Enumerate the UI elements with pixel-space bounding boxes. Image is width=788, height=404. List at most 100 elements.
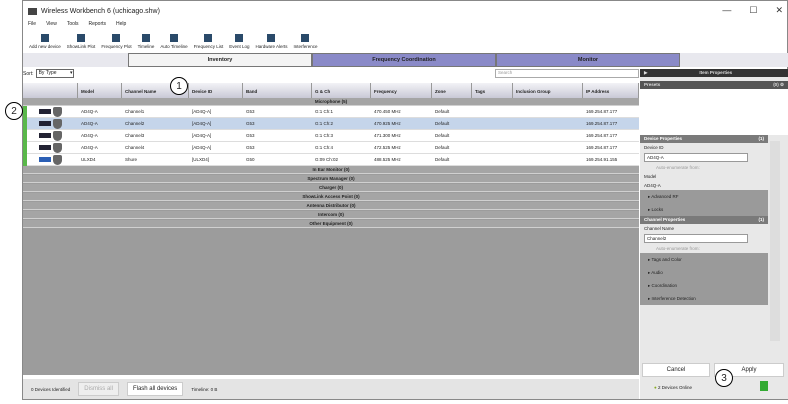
presets-list [640, 89, 788, 135]
tab-inventory[interactable]: Inventory [128, 53, 312, 67]
table-row[interactable]: AD4Q-A Channel4 [AD4Q-A] G53 G:1 Ch:4 472.525… [27, 142, 639, 154]
toolbar-auto-timeline-button[interactable]: Auto Timeline [160, 34, 188, 49]
device-icon [39, 145, 51, 150]
inventory-grid: Model Channel Name Device ID Band G & Ch Freq… [23, 83, 639, 375]
table-row[interactable]: AD4Q-A Channel1 [AD4Q-A] G53 G:1 Ch:1 470.450… [27, 106, 639, 118]
toolbar-showlink-plot-button[interactable]: ShowLink Plot [67, 34, 95, 49]
interference-detection-section[interactable]: ▸ Interference Detection [640, 292, 768, 305]
search-input[interactable]: Search [495, 69, 639, 78]
group-row[interactable]: Intercom (0) [23, 211, 639, 219]
cell: G:1 Ch:3 [315, 133, 334, 138]
table-row[interactable]: AD4Q-A Channel3 [AD4Q-A] G53 G:1 Ch:3 471.300… [27, 130, 639, 142]
panel-scrollbar[interactable] [770, 141, 780, 341]
channel-name-field[interactable]: Channel2 [644, 234, 748, 243]
channel-name-label: Channel Name [644, 226, 675, 231]
menu-reports[interactable]: Reports [89, 21, 107, 29]
presets-label: Presets [644, 82, 661, 87]
cell: 169.254.91.155 [586, 157, 618, 162]
shield-icon [53, 143, 62, 153]
table-row[interactable]: AD4Q-A Channel2 [AD4Q-A] G53 G:1 Ch:2 470.925… [27, 118, 639, 130]
auto-enumerate-checkbox[interactable]: Auto-enumerate from: [640, 163, 768, 172]
cell: G:1 Ch:1 [315, 109, 334, 114]
frequency-plot-icon [112, 34, 121, 42]
column-header[interactable]: Tags [472, 83, 513, 98]
presets-header: Presets (0) ⚙ [640, 81, 788, 89]
interference-icon [301, 34, 310, 42]
column-header[interactable]: IP Address [583, 83, 639, 98]
frequency-list-icon [204, 34, 213, 42]
maximize-button[interactable]: ☐ [749, 5, 757, 16]
shield-icon [53, 119, 62, 129]
dismiss-all-button[interactable]: Dismiss all [78, 382, 119, 396]
close-button[interactable]: ✕ [775, 5, 783, 16]
title-bar: Wireless Workbench 6 (uchicago.shw) — ☐ … [23, 1, 787, 21]
main-tabs: Inventory Frequency Coordination Monitor [23, 53, 788, 67]
cell: 472.525 MHz [374, 145, 401, 150]
menu-tools[interactable]: Tools [67, 21, 79, 29]
toolbar-label: Frequency Plot [101, 44, 132, 49]
cell: G53 [246, 133, 255, 138]
gear-icon[interactable]: ⚙ [780, 82, 784, 87]
callout-1: 1 [170, 77, 188, 95]
device-id-field[interactable]: AD4Q-A [644, 153, 748, 162]
tags-and-color-section[interactable]: ▸ Tags and Color [640, 253, 768, 266]
header-blank [23, 83, 78, 98]
group-row[interactable]: ShowLink Access Point (0) [23, 193, 639, 201]
minimize-button[interactable]: — [722, 5, 731, 16]
toolbar-add-new-device-button[interactable]: Add new device [29, 34, 61, 49]
toolbar-frequency-plot-button[interactable]: Frequency Plot [101, 34, 132, 49]
shield-icon [53, 131, 62, 141]
column-header[interactable]: Frequency [371, 83, 432, 98]
group-row[interactable]: Antenna Distributor (0) [23, 202, 639, 210]
cancel-button[interactable]: Cancel [642, 363, 710, 377]
collapse-icon[interactable]: ▶ [644, 70, 647, 76]
column-header[interactable]: Model [78, 83, 122, 98]
menu-help[interactable]: Help [116, 21, 126, 29]
cell: 169.254.87.177 [586, 121, 618, 126]
cell: Channel3 [125, 133, 145, 138]
channel-auto-enumerate-checkbox[interactable]: Auto-enumerate from: [640, 244, 768, 253]
toolbar-event-log-button[interactable]: Event Log [229, 34, 249, 49]
table-row[interactable]: ULXD4 Shure [ULXD4] G50 G:09 Ch:02 488.525 MH… [27, 154, 639, 166]
app-logo-icon [28, 7, 37, 15]
group-row[interactable]: Other Equipment (0) [23, 220, 639, 228]
audio-section[interactable]: ▸ Audio [640, 266, 768, 279]
cell: Shure [125, 157, 138, 162]
toolbar-label: Auto Timeline [160, 44, 188, 49]
online-icon: ● [654, 385, 657, 390]
tab-frequency-coordination[interactable]: Frequency Coordination [312, 53, 496, 67]
toolbar-timeline-button[interactable]: Timeline [138, 34, 154, 49]
column-header[interactable]: G & Ch [312, 83, 371, 98]
cell: 169.254.87.177 [586, 145, 618, 150]
coordination-section[interactable]: ▸ Coordination [640, 279, 768, 292]
advanced-rf-section[interactable]: ▸ Advanced RF [640, 190, 768, 203]
panel-header: ▶ Item Properties [640, 69, 788, 77]
cell: G53 [246, 145, 255, 150]
group-microphone[interactable]: Microphone (5) [23, 98, 639, 106]
column-header[interactable]: Zone [432, 83, 472, 98]
tab-monitor[interactable]: Monitor [496, 53, 680, 67]
menu-view[interactable]: View [46, 21, 57, 29]
group-row[interactable]: Spectrum Manager (0) [23, 175, 639, 183]
locks-section[interactable]: ▸ Locks [640, 203, 768, 216]
toolbar-frequency-list-button[interactable]: Frequency List [193, 34, 224, 49]
cell: G53 [246, 121, 255, 126]
menu-file[interactable]: File [28, 21, 36, 29]
column-header[interactable]: Inclusion Group [513, 83, 583, 98]
cell: ULXD4 [81, 157, 96, 162]
device-icon [39, 133, 51, 138]
cell: Default [435, 133, 450, 138]
sort-select[interactable]: By Type ▾ [35, 69, 74, 78]
toolbar: Add new device ShowLink Plot Frequency Plo… [23, 29, 318, 51]
column-header[interactable]: Device ID [189, 83, 243, 98]
toolbar-interference-button[interactable]: Interference [293, 34, 318, 49]
group-row[interactable]: In Ear Monitor (0) [23, 166, 639, 174]
toolbar-hardware-alerts-button[interactable]: Hardware Alerts [255, 34, 287, 49]
toolbar-label: Frequency List [193, 44, 224, 49]
column-header[interactable]: Band [243, 83, 312, 98]
sort-control: Sort: By Type ▾ [23, 69, 74, 78]
group-row[interactable]: Charger (0) [23, 184, 639, 192]
flash-all-devices-button[interactable]: Flash all devices [126, 382, 184, 396]
status-bar: 0 Devices Identified Dismiss all Flash a… [23, 379, 639, 399]
unlock-icon[interactable] [760, 381, 768, 391]
